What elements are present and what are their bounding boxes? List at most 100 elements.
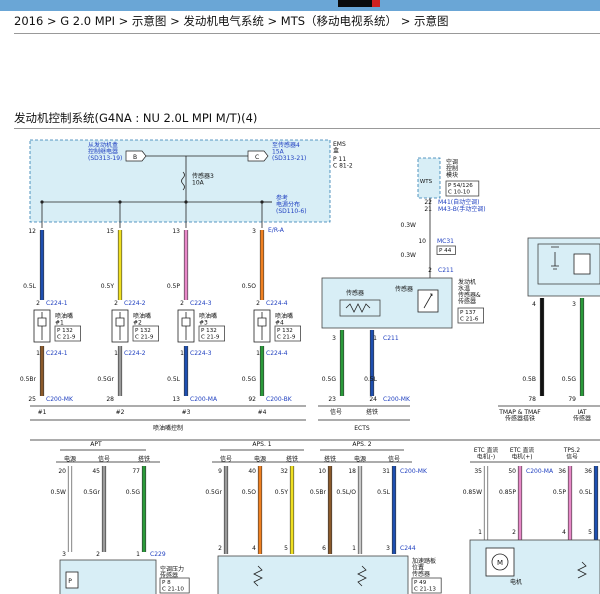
injector-4-return-code: 0.5G [242,376,257,383]
apt-wire-code-2: 0.5G [126,489,141,496]
ects-bot-pin-24: 24 [369,396,377,403]
apt-top-pin-2: 77 [132,468,140,475]
ac-conn: P 54/126 C 10-10 [448,183,473,196]
wiring-diagram: EMS 盒P 11 C 81-2从发动机盒控制继电器(SD313-19) B C至传感器… [20,139,600,594]
injector-4-label: #4 [258,409,267,416]
tmap-group2-label: IAT 传感器 [573,409,591,423]
injector-3-name: 喷油嘴#3 [199,312,217,327]
mc31-pin: 10 [418,238,426,245]
ects-label-ground: 搭铁 [366,408,378,416]
aps-name: 加速踏板位置传感器 [412,557,436,578]
aps-conn: C244 [400,545,416,552]
injector-3-return-code: 0.5L [167,376,181,383]
etc-motor-name: 电机 [510,578,522,586]
etc-top-conn: C200-MA [526,468,554,475]
aps2-group-label: APS. 2 [352,441,371,448]
aps-bot-pin-5: 3 [386,545,390,552]
ac-note-manual: M43-B(手动空调) [438,205,486,213]
mc31-name: MC31 [437,238,454,245]
ac-tag: WTS [420,179,433,185]
injector-3-bot-conn: C200-MA [190,396,218,403]
injector-3-label: #3 [182,409,191,416]
etc-top-pin-0: 35 [474,468,482,475]
injector-4-pin1: 1 [256,350,260,357]
era-label: E/R-A [268,227,285,234]
aps-wire-code-0: 0.5Gr [205,489,222,496]
injector-2-wire-code: 0.5Y [101,283,115,290]
injector-4-conn2: C224-4 [266,350,288,357]
apt-sensor-p: P [68,578,72,585]
injector-4-wire-code: 0.5O [242,283,257,290]
aps-wire-code-5: 0.5L [377,489,391,496]
injector-2-conn: C224-2 [124,300,146,307]
tmap-pin-4: 4 [532,301,536,308]
apt-bot-pin-0: 3 [62,551,66,558]
etc-col-0: ETC 直流电机(-) [474,446,499,461]
aps-top-pin-3: 10 [318,468,326,475]
apt-conn: C229 [150,551,166,558]
injector-2-bot-pin: 28 [106,396,114,403]
ects-conn: C211 [383,335,399,342]
injector-3-wire-code: 0.5P [167,283,181,290]
tag-c-label: C [255,154,259,161]
etc-bot-pin-2: 4 [562,529,566,536]
apt-wire-code-0: 0.5W [51,489,67,496]
injector-3-bot-pin: 13 [172,396,180,403]
mc31-bottom-conn: C211 [438,267,454,274]
ects-sensor-label: 传感器 [346,289,364,297]
injector-2-label: #2 [116,409,125,416]
aps-top-conn: C200-MK [400,468,428,475]
injector-4-bot-conn: C200-BK [266,396,293,403]
tmap-wire-signal-code: 0.5G [562,376,577,383]
injector-3-conn-pin: 2 [180,300,184,307]
apt-wire-code-1: 0.5Gr [83,489,100,496]
injector-3-conn2: C224-3 [190,350,212,357]
injector-3-pin1: 1 [180,350,184,357]
tmap-wire-ground-code: 0.5B [522,376,536,383]
tmap-pin-3: 3 [572,301,576,308]
aps-top-pin-1: 40 [248,468,256,475]
aps-wire-code-4: 0.5L/O [336,489,356,496]
etc-bot-pin-0: 1 [478,529,482,536]
ects-wire-signal-code: 0.5G [322,376,337,383]
injector-4-conn-pin: 2 [256,300,260,307]
injector-1-bot-conn: C200-MK [46,396,74,403]
aps-sensor-box [217,555,409,594]
apt-name: 空调压力传感器 [160,565,184,580]
etc-col-2: TPS.2 信号 [563,448,581,461]
injector-group-label: 喷油嘴控制 [153,424,183,432]
injector-3-top-pin: 13 [172,228,180,235]
tag-b-label: B [133,154,137,161]
injector-2-top-pin: 15 [106,228,114,235]
injector-4-top-pin: 3 [252,228,256,235]
aps-bot-pin-4: 1 [352,545,356,552]
injector-1-conn-pin: 2 [36,300,40,307]
injector-1-conn2: C224-1 [46,350,68,357]
etc-top-pin-3: 36 [584,468,592,475]
etc-wire-code-0: 0.85W [463,489,482,496]
injector-4-conn: C224-4 [266,300,288,307]
injector-2-name: 喷油嘴#2 [133,312,151,327]
apt-bot-pin-1: 2 [96,551,100,558]
injector-2-conn-pin: 2 [114,300,118,307]
injector-3-conn: C224-3 [190,300,212,307]
aps-top-pin-5: 31 [382,468,390,475]
injector-1-bot-pin: 25 [28,396,36,403]
ects-wire-ground-code: 0.5L [364,376,378,383]
ems-conn: P 11 C 81-2 [333,156,353,170]
mc31-ref: P 44 [439,248,452,254]
etc-bot-pin-1: 2 [512,529,516,536]
injector-4-bot-pin: 92 [248,396,256,403]
aps1-group-label: APS. 1 [252,441,271,448]
ects-bot-conn: C200-MK [383,396,411,403]
aps-bot-pin-0: 2 [218,545,222,552]
injector-1-name: 喷油嘴#1 [55,312,73,327]
ects-group-label: ECTS [354,425,370,432]
injector-1-return-code: 0.5Br [20,376,37,383]
ects-bot-pin-23: 23 [328,396,336,403]
etc-top-pin-1: 50 [508,468,516,475]
aps-top-pin-4: 18 [348,468,356,475]
aps-wire-code-1: 0.5O [242,489,257,496]
injector-1-conn: C224-1 [46,300,68,307]
injector-1-label: #1 [38,409,47,416]
